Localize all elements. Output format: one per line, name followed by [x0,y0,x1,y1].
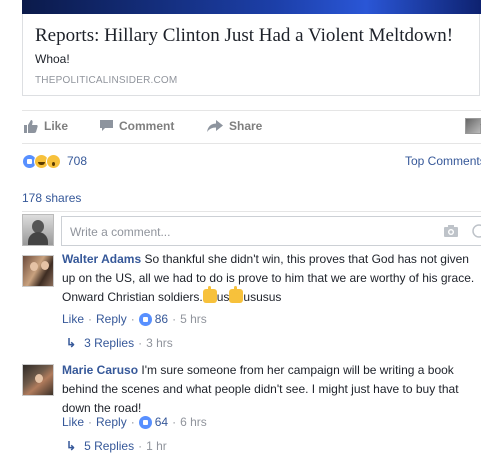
camera-icon[interactable] [444,225,458,237]
comment-icon [100,120,113,131]
comment-like-link[interactable]: Like [62,415,84,429]
comment-reply-link[interactable]: Reply [96,312,127,326]
replies-count[interactable]: 5 Replies [84,439,134,453]
reactions-summary[interactable]: 708 [22,152,87,170]
comment-timestamp[interactable]: 6 hrs [180,415,207,429]
pointing-hand-emoji-icon [202,286,217,303]
link-preview-image[interactable] [22,0,481,14]
comment-like-count[interactable]: 64 [138,415,168,429]
like-button[interactable]: Like [24,119,68,133]
comment-like-link[interactable]: Like [62,312,84,326]
reactions-count[interactable]: 708 [67,154,87,168]
divider [22,211,481,212]
post-actions-bar: Like Comment Share [22,110,481,144]
link-preview-domain: THEPOLITICALINSIDER.COM [35,75,178,86]
comment-body: Marie Caruso I'm sure someone from her c… [62,361,481,418]
comment-meta: Like · Reply · 86 · 5 hrs [62,312,207,326]
comment-author[interactable]: Walter Adams [62,252,141,266]
share-label: Share [229,119,263,133]
view-replies-link[interactable]: ↳ 3 Replies · 3 hrs [66,336,173,350]
like-circle-icon [138,312,152,326]
post-as-avatar-selector[interactable] [465,118,481,134]
comment-body: Walter Adams So thankful she didn't win,… [62,250,481,307]
comment-like-count[interactable]: 86 [138,312,168,326]
link-preview-title[interactable]: Reports: Hillary Clinton Just Had a Viol… [35,25,453,47]
current-user-avatar[interactable] [22,214,54,246]
comment-label: Comment [119,119,175,133]
reply-arrow-icon: ↳ [66,336,77,350]
like-label: Like [44,119,69,133]
comment-button[interactable]: Comment [100,119,174,133]
link-preview[interactable]: Reports: Hillary Clinton Just Had a Viol… [22,14,480,96]
comment-author[interactable]: Marie Caruso [62,363,138,377]
pointing-hand-emoji-icon [229,286,244,303]
comment-input[interactable] [68,224,432,240]
wow-reaction-icon [46,153,61,169]
commenter-avatar[interactable] [22,364,54,396]
share-button[interactable]: Share [207,119,262,133]
replies-count[interactable]: 3 Replies [84,336,134,350]
post-card: Reports: Hillary Clinton Just Had a Viol… [0,0,481,467]
replies-timestamp: 3 hrs [146,336,173,350]
comment-text-suffix: us [216,290,230,304]
view-replies-link[interactable]: ↳ 5 Replies · 1 hr [66,439,167,453]
reply-arrow-icon: ↳ [66,439,77,453]
comment-meta: Like · Reply · 64 · 6 hrs [62,415,207,429]
comment-sort-selector[interactable]: Top Comments [405,154,481,168]
comment-composer[interactable] [61,216,481,246]
commenter-avatar[interactable] [22,255,54,287]
like-circle-icon [138,415,152,429]
comment-reply-link[interactable]: Reply [96,415,127,429]
comment-text-suffix: ususus [243,290,282,304]
replies-timestamp: 1 hr [146,439,167,453]
link-preview-description: Whoa! [35,52,70,66]
thumbs-up-icon [24,119,38,133]
comment-timestamp[interactable]: 5 hrs [180,312,207,326]
shares-count[interactable]: 178 shares [22,191,81,205]
emoji-icon[interactable] [472,224,481,238]
share-arrow-icon [207,120,223,132]
